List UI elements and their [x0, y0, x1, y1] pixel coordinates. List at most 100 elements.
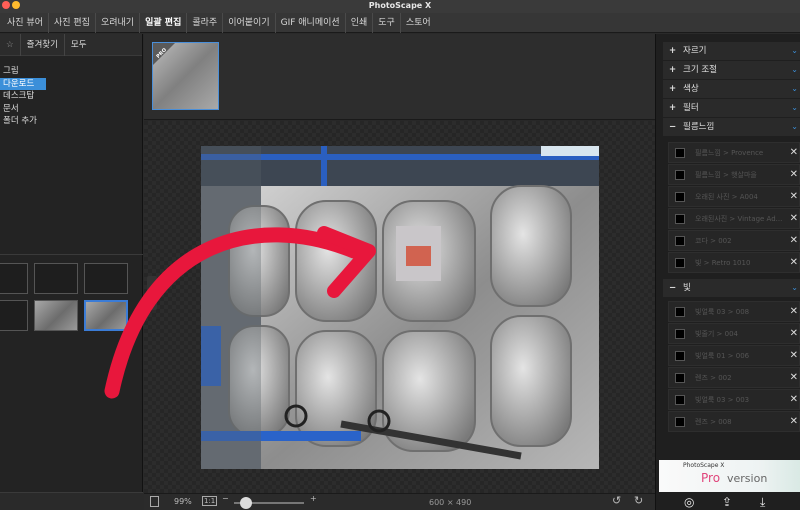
section-label: 크기 조절: [683, 65, 717, 75]
filter-swatch: [675, 395, 685, 405]
plus-icon: +: [669, 65, 677, 75]
close-icon[interactable]: ✕: [790, 209, 798, 229]
tab-all[interactable]: 모두: [65, 34, 93, 56]
filter-swatch: [675, 373, 685, 383]
window-title: PhotoScape X: [368, 1, 432, 10]
section-crop[interactable]: + 자르기 ⌄: [663, 42, 800, 60]
tab-combine[interactable]: 이어붙이기: [223, 12, 276, 33]
fit-icon[interactable]: [150, 496, 159, 507]
chevron-icon: ⌄: [791, 84, 798, 93]
right-panel: + 자르기 ⌄ + 크기 조절 ⌄ + 색상 ⌄ + 필터 ⌄ − 필름느낌 ⌄ 필름느낌 > Pr…: [655, 34, 800, 510]
tab-store[interactable]: 스토어: [401, 13, 436, 33]
tab-favorites[interactable]: 즐겨찾기: [21, 33, 65, 56]
minus-icon: −: [669, 283, 677, 293]
folder-list: 그림 다운로드 데스크탑 문서 폴더 추가: [0, 56, 142, 128]
chevron-icon: ⌄: [791, 103, 798, 112]
tab-print[interactable]: 인쇄: [346, 12, 374, 33]
light-filter-item[interactable]: 빛얼룩 03 > 003 ✕: [668, 389, 800, 410]
zoom-slider-knob[interactable]: [240, 497, 252, 509]
plus-icon: +: [669, 84, 677, 94]
filter-swatch: [675, 148, 685, 158]
close-icon[interactable]: ✕: [790, 253, 798, 273]
film-filter-item[interactable]: 필름느낌 > 햇살마을 ✕: [668, 164, 800, 185]
close-icon[interactable]: ✕: [790, 390, 798, 410]
tab-batch-edit[interactable]: 일괄 편집: [140, 12, 188, 33]
pro-version-banner[interactable]: PhotoScape X Pro version: [659, 460, 800, 492]
settings-icon[interactable]: ◎: [684, 495, 694, 509]
close-icon[interactable]: ✕: [790, 412, 798, 432]
section-film[interactable]: − 필름느낌 ⌄: [663, 118, 800, 136]
plus-icon: +: [669, 46, 677, 56]
film-filter-item[interactable]: 필름느낌 > Provence ✕: [668, 142, 800, 163]
filter-swatch: [675, 351, 685, 361]
add-folder-item[interactable]: 폴더 추가: [0, 115, 46, 128]
banner-pro-label: Pro: [701, 471, 721, 485]
light-filter-item[interactable]: 렌즈 > 008 ✕: [668, 411, 800, 432]
light-filter-item[interactable]: 빛얼룩 03 > 008 ✕: [668, 301, 800, 322]
image-dimensions: 600 × 490: [429, 498, 472, 507]
rotate-left-icon[interactable]: ↺: [612, 494, 621, 507]
red-arrow-annotation: [104, 226, 376, 399]
close-icon[interactable]: ✕: [790, 143, 798, 163]
zoom-out-icon[interactable]: −: [222, 494, 229, 503]
main-area: PRO ‹ 99% 1:1 − + 600 × 490 ↺ ↻: [104, 34, 655, 510]
share-icon[interactable]: ⇪: [722, 495, 732, 509]
light-filter-item[interactable]: 빛얼룩 01 > 006 ✕: [668, 345, 800, 366]
close-icon[interactable]: ✕: [790, 368, 798, 388]
filter-swatch: [675, 329, 685, 339]
section-color[interactable]: + 색상 ⌄: [663, 80, 800, 98]
tab-collage[interactable]: 콜라주: [187, 12, 224, 33]
banner-app-name: PhotoScape X: [683, 462, 725, 469]
film-filter-item[interactable]: 오래된 사진 > A004 ✕: [668, 186, 800, 207]
right-panel-footer: ◎ ⇪ ⤓: [656, 493, 800, 510]
section-label: 색상: [683, 84, 699, 94]
close-icon[interactable]: ✕: [790, 231, 798, 251]
filter-swatch: [675, 258, 685, 268]
section-label: 자르기: [683, 46, 707, 56]
left-panel-tabs: ☆ 즐겨찾기 모두: [0, 33, 142, 56]
folder-item-desktop[interactable]: 데스크탑: [0, 90, 46, 103]
tab-photo-editor[interactable]: 사진 편집: [49, 12, 96, 33]
close-icon[interactable]: ✕: [790, 324, 798, 344]
title-bar: PhotoScape X: [0, 0, 800, 13]
film-filter-item[interactable]: 코다 > 002 ✕: [668, 230, 800, 251]
close-icon[interactable]: ✕: [790, 187, 798, 207]
filter-swatch: [675, 417, 685, 427]
close-icon[interactable]: ✕: [790, 165, 798, 185]
section-resize[interactable]: + 크기 조절 ⌄: [663, 61, 800, 79]
tab-tools[interactable]: 도구: [373, 12, 401, 33]
folder-item-pictures[interactable]: 그림: [0, 65, 46, 78]
banner-version-label: version: [727, 472, 768, 485]
folder-item-downloads[interactable]: 다운로드: [0, 77, 46, 90]
batch-photo-thumbnail[interactable]: PRO: [152, 42, 219, 110]
image-canvas[interactable]: ‹: [104, 121, 655, 493]
tab-photo-viewer[interactable]: 사진 뷰어: [2, 12, 49, 33]
section-filter[interactable]: + 필터 ⌄: [663, 99, 800, 117]
folder-item-documents[interactable]: 문서: [0, 103, 46, 116]
zoom-level[interactable]: 99%: [174, 497, 192, 506]
tab-gif-animation[interactable]: GIF 애니메이션: [276, 12, 346, 33]
batch-filmstrip: PRO: [144, 34, 655, 120]
save-icon[interactable]: ⤓: [760, 495, 765, 510]
section-light[interactable]: − 빛 ⌄: [663, 279, 800, 297]
film-filter-item[interactable]: 빛 > Retro 1010 ✕: [668, 252, 800, 273]
light-filter-item[interactable]: 렌즈 > 002 ✕: [668, 367, 800, 388]
light-filter-item[interactable]: 빛줄기 > 004 ✕: [668, 323, 800, 344]
rotate-right-icon[interactable]: ↻: [634, 494, 643, 507]
chevron-icon: ⌄: [791, 46, 798, 55]
tab-cut-out[interactable]: 오려내기: [96, 12, 141, 33]
filter-swatch: [675, 170, 685, 180]
chevron-icon: ⌄: [791, 65, 798, 74]
actual-size-button[interactable]: 1:1: [202, 496, 218, 506]
minus-icon: −: [669, 122, 677, 132]
section-label: 필름느낌: [683, 122, 715, 132]
section-label: 필터: [683, 103, 699, 113]
filter-swatch: [675, 307, 685, 317]
star-icon[interactable]: ☆: [0, 33, 21, 56]
section-label: 빛: [683, 283, 691, 293]
chevron-icon: ⌄: [791, 283, 798, 292]
zoom-in-icon[interactable]: +: [310, 494, 317, 503]
close-icon[interactable]: ✕: [790, 346, 798, 366]
close-icon[interactable]: ✕: [790, 302, 798, 322]
film-filter-item[interactable]: 오래된사진 > Vintage Ad... ✕: [668, 208, 800, 229]
